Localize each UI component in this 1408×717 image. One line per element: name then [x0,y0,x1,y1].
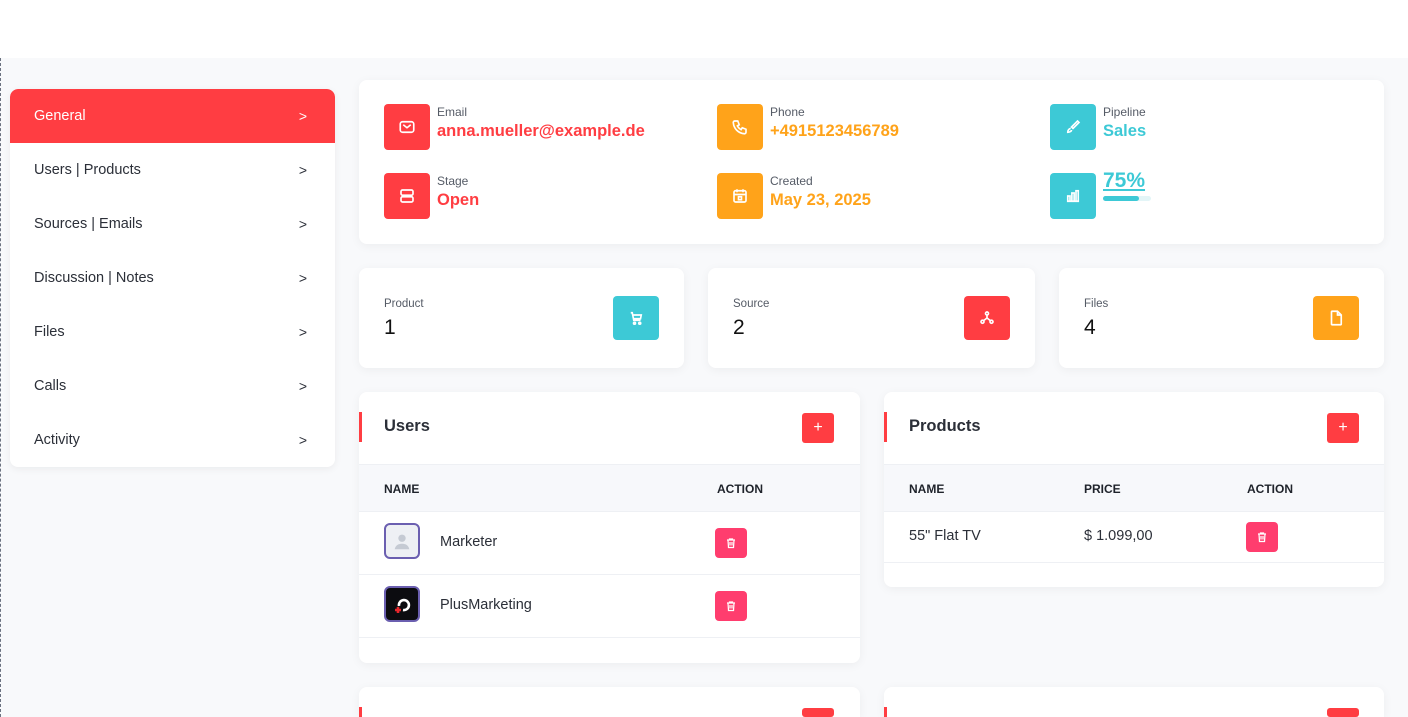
phone-label: Phone [770,105,805,119]
stat-label: Product [384,298,424,310]
delete-product-button[interactable] [1246,522,1278,552]
sidebar-item-calls[interactable]: Calls > [10,359,335,413]
pipeline-value: Sales [1103,122,1147,140]
progress-bar-fill [1103,196,1139,201]
panel-accent [884,707,887,717]
brush-icon [1050,104,1096,150]
stage-value: Open [437,191,480,209]
sidebar-item-users-products[interactable]: Users | Products > [10,143,335,197]
column-price-header: PRICE [1084,482,1121,496]
table-row: Marketer [359,512,860,575]
column-action-header: ACTION [1247,482,1293,496]
chevron-right-icon: > [298,432,307,448]
chevron-right-icon: > [298,216,307,232]
table-row: 55" Flat TV $ 1.099,00 [884,512,1384,563]
stage-info: Stage Open [384,173,479,219]
product-price: $ 1.099,00 [1084,528,1153,544]
trash-icon [727,601,735,612]
users-panel: Users + NAME ACTION Marketer PlusMarketi… [359,392,860,663]
user-name: PlusMarketing [440,597,532,613]
sidebar-item-label: Activity [34,432,80,448]
phone-info: Phone +4915123456789 [717,104,899,150]
stat-label: Files [1084,298,1109,310]
chevron-right-icon: > [298,162,307,178]
stat-label: Source [733,298,770,310]
table-header: NAME ACTION [359,464,860,512]
chart-bars-icon [1050,173,1096,219]
sidebar-item-label: General [34,108,86,124]
sidebar-item-general[interactable]: General > [10,89,335,143]
server-icon [384,173,430,219]
product-stat-card[interactable]: Product 1 [359,268,684,368]
progress-info: 75% [1050,169,1151,219]
stat-value: 1 [384,316,396,339]
source-stat-card[interactable]: Source 2 [708,268,1035,368]
person-placeholder-icon [384,523,420,559]
cart-icon [613,296,659,340]
user-name: Marketer [440,534,498,550]
created-info: Created May 23, 2025 [717,173,871,219]
trash-icon [1258,532,1266,543]
delete-user-button[interactable] [715,528,747,558]
sidebar-item-sources-emails[interactable]: Sources | Emails > [10,197,335,251]
top-bar [0,0,1408,58]
sidebar-item-activity[interactable]: Activity > [10,413,335,467]
email-info: Email anna.mueller@example.de [384,104,645,150]
sidebar-menu: General > Users | Products > Sources | E… [10,89,335,467]
panel-accent [359,412,362,442]
chevron-right-icon: > [298,270,307,286]
sources-panel [359,687,860,717]
column-name-header: NAME [909,482,945,496]
product-name: 55" Flat TV [909,528,981,544]
lead-info-card: Email anna.mueller@example.de Phone +491… [359,80,1384,244]
sidebar-item-files[interactable]: Files > [10,305,335,359]
stat-value: 2 [733,316,745,339]
phone-icon [717,104,763,150]
pipeline-info: Pipeline Sales [1050,104,1146,150]
phone-value[interactable]: +4915123456789 [770,121,899,141]
progress-percent: 75% [1103,169,1146,192]
share-nodes-icon [964,296,1010,340]
stat-value: 4 [1084,316,1096,339]
calendar-icon [717,173,763,219]
stage-label: Stage [437,174,469,188]
sidebar-item-label: Discussion | Notes [34,270,154,286]
panel-title: Products [909,417,981,435]
chevron-right-icon: > [298,378,307,394]
table-header: NAME PRICE ACTION [884,464,1384,512]
created-value: May 23, 2025 [770,191,871,209]
panel-accent [884,412,887,442]
chevron-right-icon: > [298,324,307,340]
email-value[interactable]: anna.mueller@example.de [437,121,645,141]
left-guide-line [0,58,1,717]
table-row: PlusMarketing [359,575,860,638]
email-label: Email [437,105,468,119]
sidebar-item-label: Files [34,324,65,340]
add-product-button[interactable]: + [1327,413,1359,443]
sidebar-item-label: Calls [34,378,67,394]
created-label: Created [770,174,813,188]
panel-title: Users [384,417,430,435]
sidebar-item-label: Sources | Emails [34,216,143,232]
plusmarketing-logo [384,586,420,622]
file-icon [1313,296,1359,340]
add-email-button[interactable] [1327,708,1359,717]
pipeline-label: Pipeline [1103,105,1146,119]
sidebar-item-discussion-notes[interactable]: Discussion | Notes > [10,251,335,305]
panel-accent [359,707,362,717]
add-source-button[interactable] [802,708,834,717]
products-panel: Products + NAME PRICE ACTION 55" Flat TV… [884,392,1384,587]
chevron-right-icon: > [298,108,307,124]
column-name-header: NAME [384,482,420,496]
emails-panel [884,687,1384,717]
trash-icon [727,538,735,549]
add-user-button[interactable]: + [802,413,834,443]
progress-bar [1103,196,1151,201]
sidebar-item-label: Users | Products [34,162,141,178]
mail-icon [384,104,430,150]
files-stat-card[interactable]: Files 4 [1059,268,1384,368]
delete-user-button[interactable] [715,591,747,621]
column-action-header: ACTION [717,482,763,496]
